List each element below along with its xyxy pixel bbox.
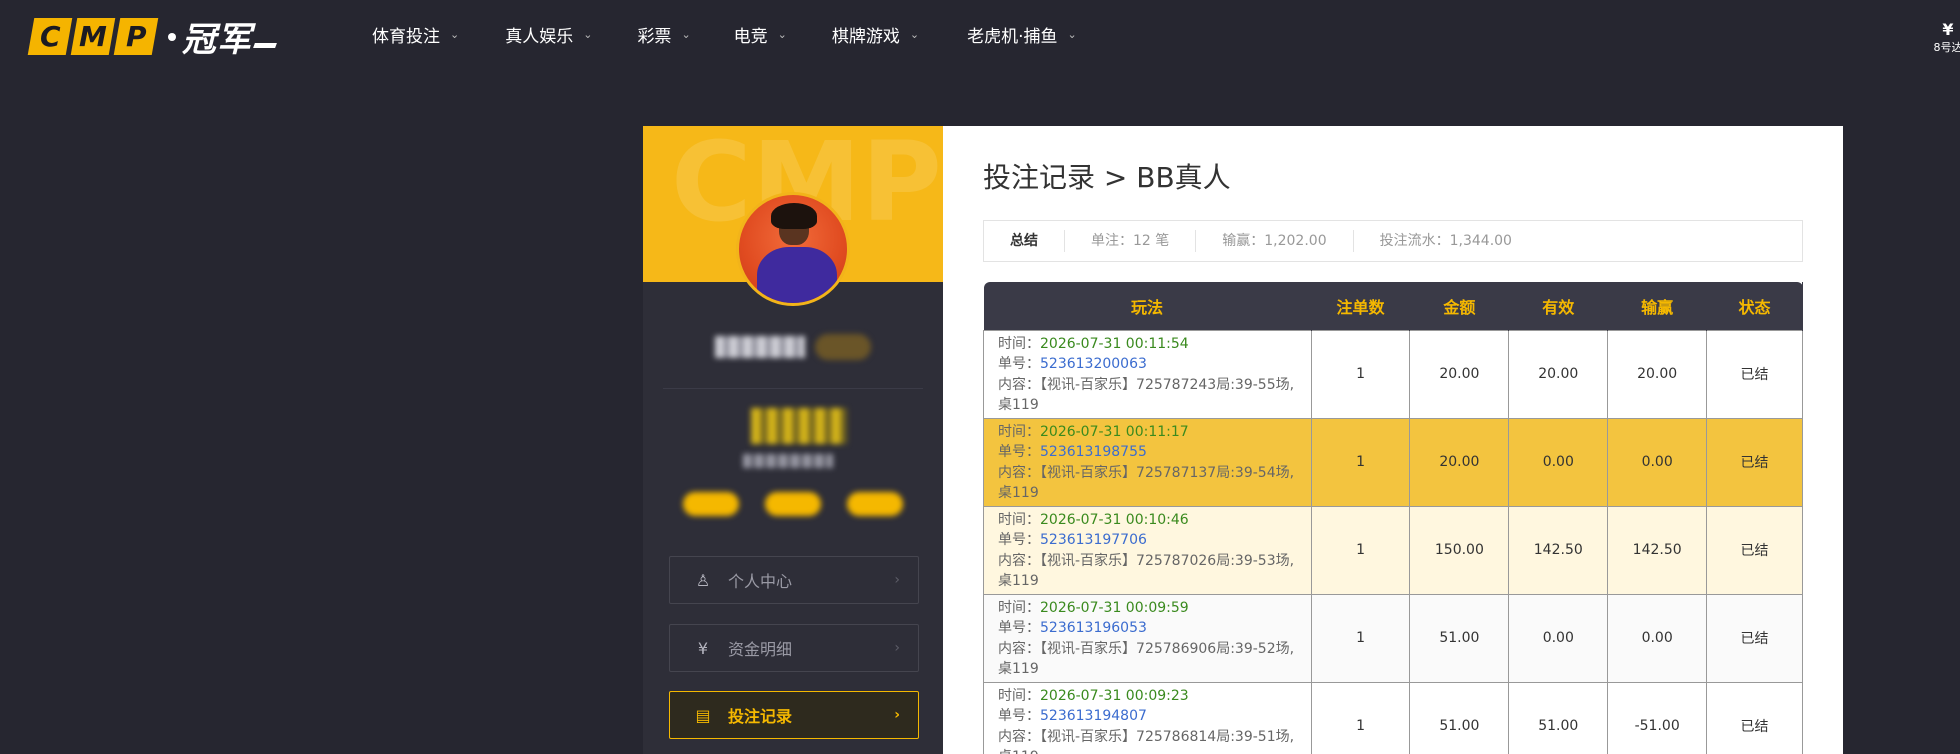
chevron-right-icon: › — [894, 572, 900, 588]
bet-valid-cell: 20.00 — [1508, 329, 1609, 419]
bet-records-panel: 投注记录 > BB真人 总结 单注：12 笔 输赢：1,202.00 投注流水：… — [943, 126, 1843, 754]
menu-bet-records[interactable]: ▤ 投注记录 › — [669, 691, 919, 739]
nav-item-lottery[interactable]: 彩票 ⌄ — [637, 22, 690, 47]
summary-total-label: 总结 — [984, 230, 1065, 252]
chevron-down-icon: ⌄ — [583, 28, 593, 41]
bet-count-cell: 1 — [1310, 329, 1411, 419]
bet-status-cell: 已结 — [1706, 505, 1803, 595]
document-icon: ▤ — [695, 705, 711, 725]
yen-circle-icon: ¥ — [697, 638, 709, 658]
bet-status-cell: 已结 — [1706, 329, 1803, 419]
bet-info-cell: 时间：2026-07-31 00:10:46 单号：523613197706 内… — [983, 505, 1312, 595]
table-row: 时间：2026-07-31 00:10:46 单号：523613197706 内… — [983, 505, 1803, 595]
action-button-1[interactable] — [683, 492, 739, 516]
bet-valid-cell: 142.50 — [1508, 505, 1609, 595]
column-header-valid: 有效 — [1508, 282, 1609, 330]
summary-turnover: 投注流水：1,344.00 — [1379, 233, 1512, 249]
chevron-down-icon: ⌄ — [1067, 28, 1077, 41]
bet-status-cell: 已结 — [1706, 681, 1803, 754]
summary-bet-count: 单注：12 笔 — [1065, 230, 1197, 252]
bet-info-cell: 时间：2026-07-31 00:09:59 单号：523613196053 内… — [983, 593, 1312, 683]
top-navigation-bar: C M P 冠军 体育投注 ⌄ 真人娱乐 ⌄ 彩票 ⌄ 电竞 ⌄ 棋牌游戏 ⌄ 老虎机·捕… — [0, 0, 1960, 72]
nav-item-slots-fishing[interactable]: 老虎机·捕鱼 ⌄ — [967, 22, 1077, 47]
bet-valid-cell: 0.00 — [1508, 417, 1609, 507]
summary-winloss: 输赢：1,202.00 — [1196, 230, 1354, 252]
chevron-down-icon: ⌄ — [777, 28, 787, 41]
bet-count-cell: 1 — [1310, 681, 1411, 754]
action-button-3[interactable] — [847, 492, 903, 516]
bet-winloss-cell: -51.00 — [1607, 681, 1708, 754]
bet-id-link[interactable]: 523613197706 — [1040, 532, 1147, 548]
nav-item-sports[interactable]: 体育投注 ⌄ — [372, 22, 459, 47]
bet-count-cell: 1 — [1310, 505, 1411, 595]
chevron-right-icon: › — [894, 707, 900, 723]
bet-valid-cell: 51.00 — [1508, 681, 1609, 754]
account-sidebar: CMP ♙ 个人中心 › ¥ 资金明细 › ▤ 投注记录 › — [643, 126, 943, 754]
column-header-game: 玩法 — [983, 282, 1312, 330]
bet-winloss-cell: 20.00 — [1607, 329, 1708, 419]
chevron-down-icon: ⌄ — [450, 28, 460, 41]
menu-fund-details[interactable]: ¥ 资金明细 › — [669, 624, 919, 672]
bet-winloss-cell: 0.00 — [1607, 417, 1708, 507]
column-header-amount: 金额 — [1409, 282, 1510, 330]
divider — [663, 388, 923, 389]
bet-id-link[interactable]: 523613198755 — [1040, 444, 1147, 460]
avatar[interactable] — [736, 192, 850, 306]
bet-winloss-cell: 0.00 — [1607, 593, 1708, 683]
main-nav: 体育投注 ⌄ 真人娱乐 ⌄ 彩票 ⌄ 电竞 ⌄ 棋牌游戏 ⌄ 老虎机·捕鱼 ⌄ — [372, 22, 1117, 47]
bet-info-cell: 时间：2026-07-31 00:09:23 单号：523613194807 内… — [983, 681, 1312, 754]
bet-amount-cell: 20.00 — [1409, 417, 1510, 507]
cmp-logo[interactable]: C M P 冠军 — [27, 18, 277, 60]
bet-amount-cell: 51.00 — [1409, 681, 1510, 754]
vip-badge-redacted — [815, 334, 871, 360]
bet-count-cell: 1 — [1310, 417, 1411, 507]
bet-id-link[interactable]: 523613194807 — [1040, 708, 1147, 724]
column-header-status: 状态 — [1706, 282, 1803, 330]
table-row: 时间：2026-07-31 00:09:23 单号：523613194807 内… — [983, 681, 1803, 754]
bet-status-cell: 已结 — [1706, 417, 1803, 507]
bet-info-cell: 时间：2026-07-31 00:11:17 单号：523613198755 内… — [983, 417, 1312, 507]
column-header-winloss: 输赢 — [1607, 282, 1708, 330]
balance-redacted — [751, 408, 847, 444]
table-row: 时间：2026-07-31 00:11:17 单号：523613198755 内… — [983, 417, 1803, 507]
bet-records-table: 玩法 注单数 金额 有效 输赢 状态 时间：2026-07-31 00:11:5… — [983, 282, 1803, 754]
user-icon: ♙ — [695, 570, 711, 590]
bet-id-link[interactable]: 523613200063 — [1040, 356, 1147, 372]
action-button-2[interactable] — [765, 492, 821, 516]
corner-shortcut[interactable]: ¥ 8号达 — [1932, 20, 1960, 55]
yen-icon: ¥ — [1942, 20, 1954, 39]
bet-count-cell: 1 — [1310, 593, 1411, 683]
chevron-right-icon: › — [894, 640, 900, 656]
nav-item-live-casino[interactable]: 真人娱乐 ⌄ — [505, 22, 592, 47]
menu-personal-center[interactable]: ♙ 个人中心 › — [669, 556, 919, 604]
bet-amount-cell: 51.00 — [1409, 593, 1510, 683]
table-header-row: 玩法 注单数 金额 有效 输赢 状态 — [983, 282, 1803, 330]
bet-amount-cell: 20.00 — [1409, 329, 1510, 419]
summary-bar: 总结 单注：12 笔 输赢：1,202.00 投注流水：1,344.00 — [983, 220, 1803, 262]
bet-id-link[interactable]: 523613196053 — [1040, 620, 1147, 636]
balance-label-redacted — [743, 454, 833, 468]
column-header-count: 注单数 — [1311, 282, 1411, 330]
bet-status-cell: 已结 — [1706, 593, 1803, 683]
bet-amount-cell: 150.00 — [1409, 505, 1510, 595]
table-row: 时间：2026-07-31 00:11:54 单号：523613200063 内… — [983, 329, 1803, 419]
bet-valid-cell: 0.00 — [1508, 593, 1609, 683]
nav-item-esports[interactable]: 电竞 ⌄ — [734, 22, 787, 47]
bet-info-cell: 时间：2026-07-31 00:11:54 单号：523613200063 内… — [983, 329, 1312, 419]
table-row: 时间：2026-07-31 00:09:59 单号：523613196053 内… — [983, 593, 1803, 683]
chevron-down-icon: ⌄ — [909, 28, 920, 41]
username-redacted — [715, 336, 805, 358]
nav-item-chess-cards[interactable]: 棋牌游戏 ⌄ — [832, 22, 919, 47]
bet-winloss-cell: 142.50 — [1607, 505, 1708, 595]
chevron-down-icon: ⌄ — [681, 28, 691, 41]
page-title: 投注记录 > BB真人 — [983, 161, 1231, 194]
